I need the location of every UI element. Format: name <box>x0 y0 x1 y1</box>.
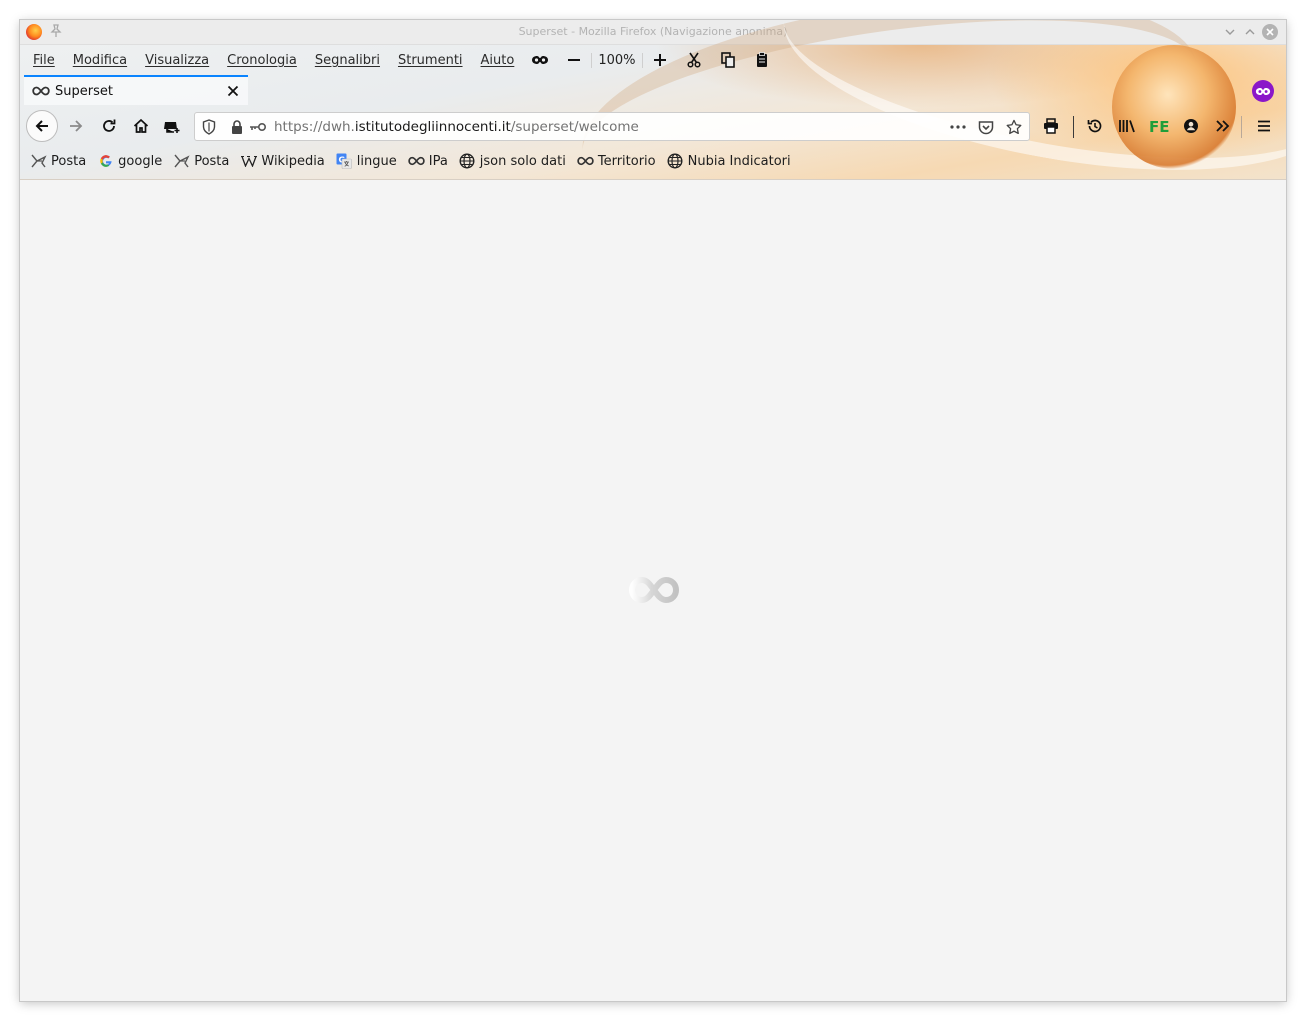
globe-icon <box>459 153 476 169</box>
lock-icon[interactable] <box>229 119 245 135</box>
extension-fe-button[interactable]: FE <box>1145 112 1173 140</box>
tracking-protection-shield-icon[interactable] <box>201 119 217 135</box>
superset-loading-spinner-icon <box>628 575 680 605</box>
infinity-icon <box>408 153 425 169</box>
library-button[interactable] <box>1113 112 1141 140</box>
hamburger-menu-button[interactable] <box>1250 112 1278 140</box>
history-button[interactable] <box>1081 112 1109 140</box>
menu-cronologia[interactable]: Cronologia <box>218 51 306 70</box>
new-private-window-button[interactable] <box>158 112 186 140</box>
toolbar-separator <box>1241 116 1242 138</box>
browser-toolbox: File Modifica Visualizza Cronologia Segn… <box>20 20 1286 254</box>
menu-bar: File Modifica Visualizza Cronologia Segn… <box>24 49 779 71</box>
key-icon[interactable] <box>249 119 267 135</box>
firefox-window: Superset - Mozilla Firefox (Navigazione … <box>20 20 1286 1001</box>
toolbar-separator <box>1073 116 1074 138</box>
bookmark-item[interactable]: Nubia Indicatori <box>667 153 791 169</box>
page-actions-ellipsis-icon[interactable] <box>950 119 966 135</box>
tab-superset[interactable]: Superset <box>24 75 248 105</box>
cut-icon[interactable] <box>683 50 705 70</box>
account-button[interactable] <box>1177 112 1205 140</box>
navigation-toolbar: https://dwh.istitutodegliinnocenti.it/su… <box>20 106 1286 146</box>
zoom-out-icon[interactable] <box>563 50 585 70</box>
translate-icon: G <box>336 153 353 169</box>
url-bar[interactable]: https://dwh.istitutodegliinnocenti.it/su… <box>194 112 1030 141</box>
bookmark-item[interactable]: Wikipedia <box>240 153 325 169</box>
menu-visualizza[interactable]: Visualizza <box>136 51 218 70</box>
bookmark-star-icon[interactable] <box>1006 119 1022 135</box>
bookmark-item[interactable]: Posta <box>173 153 229 169</box>
copy-icon[interactable] <box>717 50 739 70</box>
globe-icon <box>667 153 684 169</box>
print-button[interactable] <box>1037 112 1065 140</box>
home-button[interactable] <box>127 112 155 140</box>
overflow-chevron-button[interactable] <box>1209 112 1237 140</box>
bookmark-item[interactable]: IPa <box>408 153 448 169</box>
pocket-icon[interactable] <box>978 119 994 135</box>
private-browsing-indicator-icon <box>1252 80 1274 102</box>
tab-close-icon[interactable] <box>224 82 242 100</box>
mail-bird-icon <box>30 153 47 169</box>
google-icon <box>97 153 114 169</box>
mail-bird-icon <box>173 153 190 169</box>
page-content <box>20 180 1286 1001</box>
menu-file[interactable]: File <box>24 51 64 70</box>
menu-modifica[interactable]: Modifica <box>64 51 136 70</box>
menu-strumenti[interactable]: Strumenti <box>389 51 472 70</box>
menu-aiuto[interactable]: Aiuto <box>472 51 524 70</box>
menu-segnalibri[interactable]: Segnalibri <box>306 51 389 70</box>
forward-button[interactable] <box>62 112 90 140</box>
zoom-in-icon[interactable] <box>649 50 671 70</box>
bookmark-item[interactable]: Territorio <box>577 153 656 169</box>
paste-icon[interactable] <box>751 50 773 70</box>
back-button[interactable] <box>26 110 58 142</box>
reload-button[interactable] <box>95 112 123 140</box>
private-mask-icon[interactable] <box>529 50 551 70</box>
bookmark-item[interactable]: G lingue <box>336 153 397 169</box>
tab-strip: Superset <box>20 75 1286 105</box>
infinity-icon <box>32 84 50 98</box>
zoom-reset-button[interactable]: 100% <box>591 52 643 68</box>
bookmark-item[interactable]: json solo dati <box>459 153 566 169</box>
bookmark-item[interactable]: Posta <box>30 153 86 169</box>
bookmarks-toolbar: Posta google Posta Wikipedia lingue IPa … <box>30 149 802 173</box>
wikipedia-icon <box>240 153 257 169</box>
extension-fe-label: FE <box>1149 118 1169 134</box>
url-text[interactable]: https://dwh.istitutodegliinnocenti.it/su… <box>274 119 639 135</box>
bookmark-item[interactable]: google <box>97 153 162 169</box>
tab-title: Superset <box>55 83 113 99</box>
infinity-icon <box>577 153 594 169</box>
